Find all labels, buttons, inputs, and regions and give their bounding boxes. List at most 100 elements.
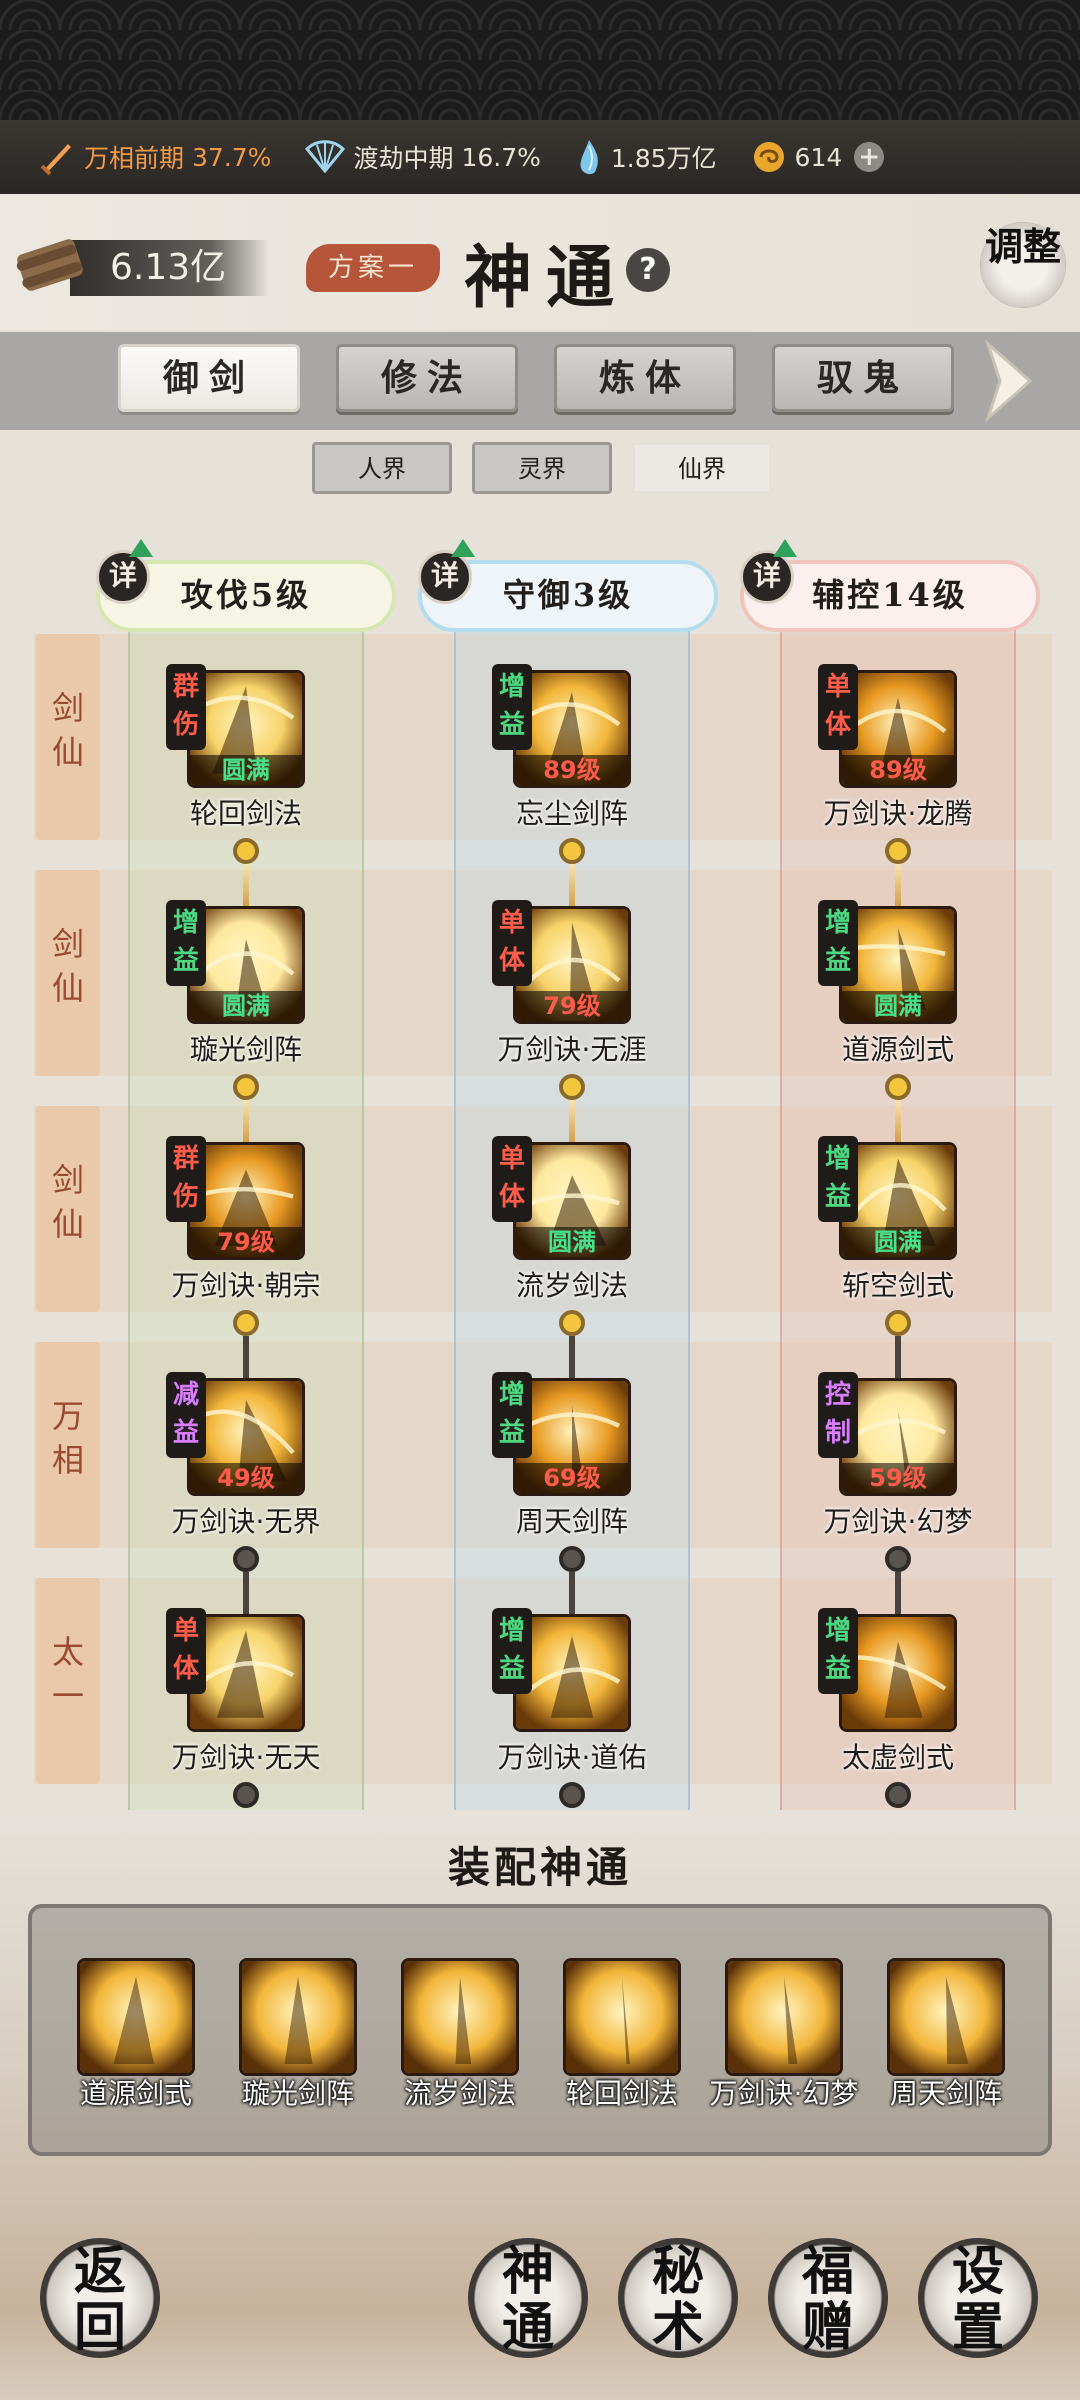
- skill-level: 89级: [516, 755, 628, 785]
- skill-name: 流岁剑法: [515, 1269, 628, 1302]
- row-tag: 剑仙: [36, 870, 100, 1076]
- equipped-skill-icon[interactable]: [77, 1958, 195, 2076]
- equipped-skill-name: 轮回剑法: [565, 2077, 678, 2110]
- tab-yugui[interactable]: 驭鬼: [772, 344, 954, 412]
- skill-type-tag: 群伤: [166, 1136, 206, 1222]
- skill-link: [243, 1336, 249, 1378]
- nav-fuzeng-button[interactable]: 福赠: [768, 2238, 888, 2358]
- equipped-skill-icon[interactable]: [239, 1958, 357, 2076]
- skill-name: 斩空剑式: [841, 1269, 954, 1302]
- skill-name: 万剑诀·无涯: [497, 1033, 647, 1066]
- combat-power: 6.13亿: [70, 240, 270, 296]
- skill-link: [569, 864, 575, 906]
- tribulation-progress: 16.7%: [461, 142, 541, 172]
- upgrade-arrow-icon: [451, 539, 475, 557]
- tab-yujian[interactable]: 御剑: [118, 344, 300, 412]
- row-tag: 万相: [36, 1342, 100, 1548]
- equipped-skill-name: 流岁剑法: [403, 2077, 516, 2110]
- skill-type-tag: 群伤: [166, 664, 206, 750]
- add-coin-button[interactable]: +: [854, 142, 885, 172]
- coin-resource[interactable]: 614 +: [751, 139, 885, 175]
- skill-name: 万剑诀·幻梦: [823, 1505, 973, 1538]
- equipped-skill-name: 周天剑阵: [889, 2077, 1002, 2110]
- equipped-skill-icon[interactable]: [401, 1958, 519, 2076]
- skill-node: [233, 1546, 259, 1572]
- skill-type-tag: 单体: [818, 664, 858, 750]
- tab-human-realm[interactable]: 人界: [312, 442, 452, 494]
- skill-node: [559, 1310, 585, 1336]
- tab-lianti[interactable]: 炼体: [554, 344, 736, 412]
- skill-name: 万剑诀·无天: [171, 1741, 321, 1774]
- equipped-skill-icon[interactable]: [563, 1958, 681, 2076]
- detail-button-defense[interactable]: 详: [418, 539, 475, 604]
- skill-link: [569, 1572, 575, 1614]
- plan-selector[interactable]: 方案一: [306, 244, 440, 292]
- fan-icon: [305, 140, 346, 174]
- skill-node: [559, 1782, 585, 1808]
- upgrade-arrow-icon: [773, 539, 797, 557]
- detail-button-attack[interactable]: 详: [96, 539, 153, 604]
- skill-level: 89级: [842, 755, 954, 785]
- skill-type-tag: 增益: [492, 664, 532, 750]
- tribulation-resource[interactable]: 渡劫中期 16.7%: [305, 139, 541, 175]
- equipped-skill-icon[interactable]: [725, 1958, 843, 2076]
- skill-node: [885, 1074, 911, 1100]
- tab-immortal-realm[interactable]: 仙界: [632, 442, 772, 494]
- crystal-amount: 1.85万亿: [610, 144, 717, 173]
- skill-link: [895, 1100, 901, 1142]
- skill-name: 周天剑阵: [515, 1505, 628, 1538]
- nav-settings-button[interactable]: 设置: [918, 2238, 1038, 2358]
- skill-node: [885, 838, 911, 864]
- skill-type-tag: 单体: [492, 900, 532, 986]
- skill-type-tag: 增益: [818, 900, 858, 986]
- skill-node: [233, 1310, 259, 1336]
- realm-label: 万相前期: [84, 144, 185, 173]
- skill-node: [885, 1546, 911, 1572]
- skill-link: [243, 1572, 249, 1614]
- adjust-button[interactable]: 调整: [980, 222, 1066, 308]
- nav-shentong-button[interactable]: 神通: [468, 2238, 588, 2358]
- crystal-resource[interactable]: 1.85万亿: [575, 138, 717, 176]
- detail-button-support[interactable]: 详: [740, 539, 797, 604]
- skill-name: 璇光剑阵: [189, 1033, 302, 1066]
- skill-link: [895, 1336, 901, 1378]
- skill-level: 79级: [190, 1227, 302, 1257]
- row-tag: 太一: [36, 1578, 100, 1784]
- skill-type-tag: 减益: [166, 1372, 206, 1458]
- nav-mishu-button[interactable]: 秘术: [618, 2238, 738, 2358]
- tab-spirit-realm[interactable]: 灵界: [472, 442, 612, 494]
- equip-title: 装配神通: [447, 1843, 632, 1892]
- skill-type-tag: 增益: [166, 900, 206, 986]
- skill-level: 49级: [190, 1463, 302, 1493]
- skill-link: [895, 1572, 901, 1614]
- equipped-skill-icon[interactable]: [887, 1958, 1005, 2076]
- skill-level: 69级: [516, 1463, 628, 1493]
- skill-name: 万剑诀·道佑: [497, 1741, 647, 1774]
- top-decor: [0, 0, 1080, 120]
- skill-name: 轮回剑法: [189, 797, 302, 830]
- skill-node: [233, 1782, 259, 1808]
- skill-node: [233, 838, 259, 864]
- skill-level: 圆满: [516, 1227, 628, 1257]
- skill-link: [569, 1336, 575, 1378]
- help-button[interactable]: ?: [626, 248, 670, 292]
- equipped-skill-name: 璇光剑阵: [241, 2077, 354, 2110]
- skill-type-tag: 增益: [492, 1372, 532, 1458]
- back-button[interactable]: 返回: [40, 2238, 160, 2358]
- upgrade-arrow-icon: [129, 539, 153, 557]
- skill-node: [559, 838, 585, 864]
- next-arrow-icon[interactable]: [982, 340, 1034, 422]
- equipped-skill-name: 万剑诀·幻梦: [709, 2077, 859, 2110]
- tab-xiufa[interactable]: 修法: [336, 344, 518, 412]
- skill-link: [895, 864, 901, 906]
- skill-name: 万剑诀·无界: [171, 1505, 321, 1538]
- skill-name: 道源剑式: [841, 1033, 954, 1066]
- resource-bar: 万相前期 37.7% 渡劫中期 16.7% 1.85万亿 614 +: [0, 120, 1080, 194]
- skill-level: 圆满: [190, 991, 302, 1021]
- skill-name: 万剑诀·朝宗: [171, 1269, 321, 1302]
- cultivation-resource[interactable]: 万相前期 37.7%: [38, 138, 271, 176]
- tribulation-label: 渡劫中期: [353, 144, 454, 173]
- equipped-skill-name: 道源剑式: [79, 2077, 192, 2110]
- skill-node: [885, 1782, 911, 1808]
- skill-level: 圆满: [190, 755, 302, 785]
